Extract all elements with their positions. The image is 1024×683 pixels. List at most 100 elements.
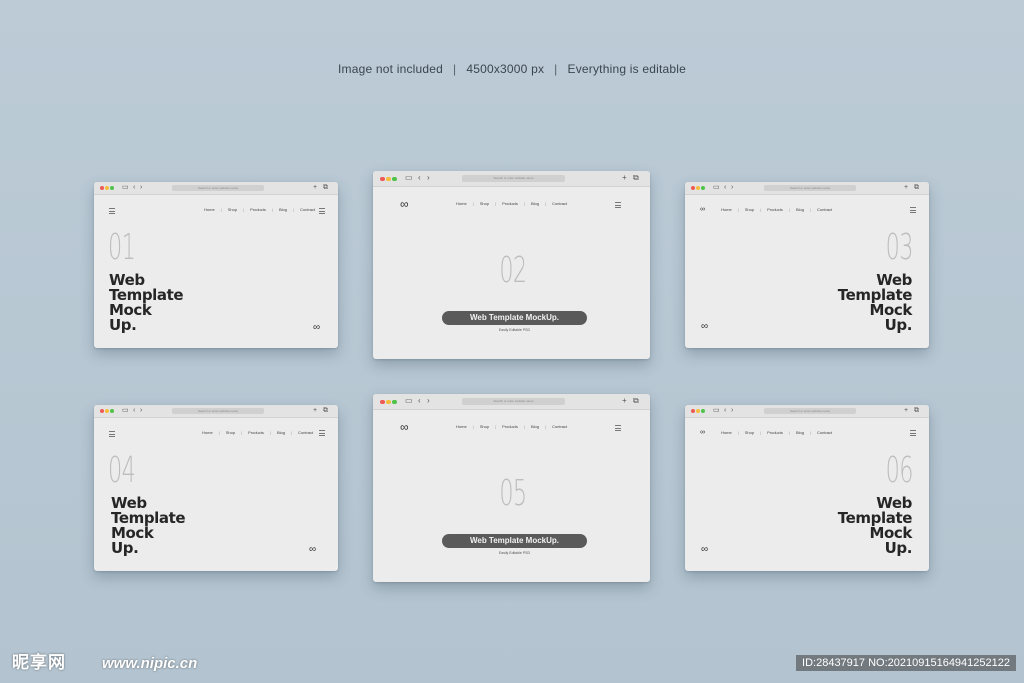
close-dot-icon[interactable]	[100, 186, 104, 190]
nav-contract[interactable]: Contract	[552, 424, 567, 429]
mockup-number: 06	[885, 450, 914, 491]
nav-shop[interactable]: Shop	[480, 424, 489, 429]
hamburger-icon[interactable]	[910, 207, 916, 213]
hamburger-icon[interactable]	[319, 208, 325, 214]
nav-home[interactable]: Home	[202, 430, 213, 435]
back-icon[interactable]: ‹	[133, 406, 135, 416]
sidebar-icon[interactable]: ▭	[122, 406, 129, 416]
zoom-dot-icon[interactable]	[392, 399, 397, 404]
new-tab-icon[interactable]: +	[622, 396, 627, 406]
close-dot-icon[interactable]	[380, 399, 385, 404]
nav-contract[interactable]: Contract	[298, 430, 313, 435]
new-tab-icon[interactable]: +	[904, 406, 908, 416]
close-dot-icon[interactable]	[691, 186, 695, 190]
minimize-dot-icon[interactable]	[386, 399, 391, 404]
nav-blog[interactable]: Blog	[531, 201, 539, 206]
tabs-icon[interactable]: ⧉	[323, 183, 328, 193]
zoom-dot-icon[interactable]	[110, 409, 114, 413]
nav-home[interactable]: Home	[204, 207, 215, 212]
forward-icon[interactable]: ›	[731, 406, 733, 416]
url-bar[interactable]: Search or enter website name	[764, 408, 856, 414]
cta-button[interactable]: Web Template MockUp.	[442, 311, 587, 325]
nav-products[interactable]: Products	[502, 201, 518, 206]
sidebar-icon[interactable]: ▭	[405, 173, 413, 183]
back-icon[interactable]: ‹	[418, 396, 421, 406]
forward-icon[interactable]: ›	[427, 173, 430, 183]
nav-products[interactable]: Products	[502, 424, 518, 429]
logo-icon: ∞	[701, 321, 709, 332]
sidebar-icon[interactable]: ▭	[405, 396, 413, 406]
new-tab-icon[interactable]: +	[313, 183, 317, 193]
close-dot-icon[interactable]	[100, 409, 104, 413]
zoom-dot-icon[interactable]	[701, 409, 705, 413]
tabs-icon[interactable]: ⧉	[914, 406, 919, 416]
sidebar-icon[interactable]: ▭	[713, 183, 720, 193]
menu-icon[interactable]	[109, 431, 115, 437]
close-dot-icon[interactable]	[691, 409, 695, 413]
forward-icon[interactable]: ›	[140, 406, 142, 416]
minimize-dot-icon[interactable]	[386, 176, 391, 181]
tabs-icon[interactable]: ⧉	[633, 173, 639, 183]
nav-blog[interactable]: Blog	[796, 207, 804, 212]
forward-icon[interactable]: ›	[140, 183, 142, 193]
new-tab-icon[interactable]: +	[622, 173, 627, 183]
nav-contract[interactable]: Contract	[817, 207, 832, 212]
new-tab-icon[interactable]: +	[904, 183, 908, 193]
minimize-dot-icon[interactable]	[105, 409, 109, 413]
sidebar-icon[interactable]: ▭	[122, 183, 129, 193]
nav-products[interactable]: Products	[248, 430, 264, 435]
sidebar-icon[interactable]: ▭	[713, 406, 720, 416]
zoom-dot-icon[interactable]	[701, 186, 705, 190]
back-icon[interactable]: ‹	[724, 406, 726, 416]
back-icon[interactable]: ‹	[418, 173, 421, 183]
back-icon[interactable]: ‹	[724, 183, 726, 193]
nav-products[interactable]: Products	[250, 207, 266, 212]
nav-sep: |	[544, 424, 547, 429]
headline: Web Template Mock Up.	[109, 271, 184, 334]
nav-shop[interactable]: Shop	[480, 201, 489, 206]
cta-button[interactable]: Web Template MockUp.	[442, 534, 587, 548]
menu-icon[interactable]	[109, 208, 115, 214]
nav-home[interactable]: Home	[456, 424, 467, 429]
nav-blog[interactable]: Blog	[279, 207, 287, 212]
nav-contract[interactable]: Contract	[552, 201, 567, 206]
nav-contract[interactable]: Contract	[817, 430, 832, 435]
nav-blog[interactable]: Blog	[531, 424, 539, 429]
nav-shop[interactable]: Shop	[745, 207, 754, 212]
browser-window-4: ▭ ‹ › Search or enter website name + ⧉ H…	[94, 405, 338, 571]
forward-icon[interactable]: ›	[427, 396, 430, 406]
url-bar[interactable]: Search or enter website name	[462, 175, 565, 182]
nav-products[interactable]: Products	[767, 430, 783, 435]
back-icon[interactable]: ‹	[133, 183, 135, 193]
url-bar[interactable]: Search or enter website name	[172, 185, 264, 191]
tabs-icon[interactable]: ⧉	[323, 406, 328, 416]
zoom-dot-icon[interactable]	[110, 186, 114, 190]
nav-blog[interactable]: Blog	[277, 430, 285, 435]
nav-contract[interactable]: Contract	[300, 207, 315, 212]
nav-home[interactable]: Home	[721, 430, 732, 435]
nav-sep: |	[737, 207, 739, 212]
close-dot-icon[interactable]	[380, 176, 385, 181]
nav-blog[interactable]: Blog	[796, 430, 804, 435]
nav-home[interactable]: Home	[721, 207, 732, 212]
hamburger-icon[interactable]	[910, 430, 916, 436]
minimize-dot-icon[interactable]	[696, 186, 700, 190]
forward-icon[interactable]: ›	[731, 183, 733, 193]
hamburger-icon[interactable]	[615, 202, 621, 208]
nav-shop[interactable]: Shop	[745, 430, 754, 435]
url-bar[interactable]: Search or enter website name	[172, 408, 264, 414]
minimize-dot-icon[interactable]	[105, 186, 109, 190]
tabs-icon[interactable]: ⧉	[914, 183, 919, 193]
nav-shop[interactable]: Shop	[228, 207, 237, 212]
nav-home[interactable]: Home	[456, 201, 467, 206]
zoom-dot-icon[interactable]	[392, 176, 397, 181]
url-bar[interactable]: Search or enter website name	[462, 398, 565, 405]
hamburger-icon[interactable]	[319, 430, 325, 436]
new-tab-icon[interactable]: +	[313, 406, 317, 416]
url-bar[interactable]: Search or enter website name	[764, 185, 856, 191]
nav-products[interactable]: Products	[767, 207, 783, 212]
nav-shop[interactable]: Shop	[226, 430, 235, 435]
tabs-icon[interactable]: ⧉	[633, 396, 639, 406]
hamburger-icon[interactable]	[615, 425, 621, 431]
minimize-dot-icon[interactable]	[696, 409, 700, 413]
